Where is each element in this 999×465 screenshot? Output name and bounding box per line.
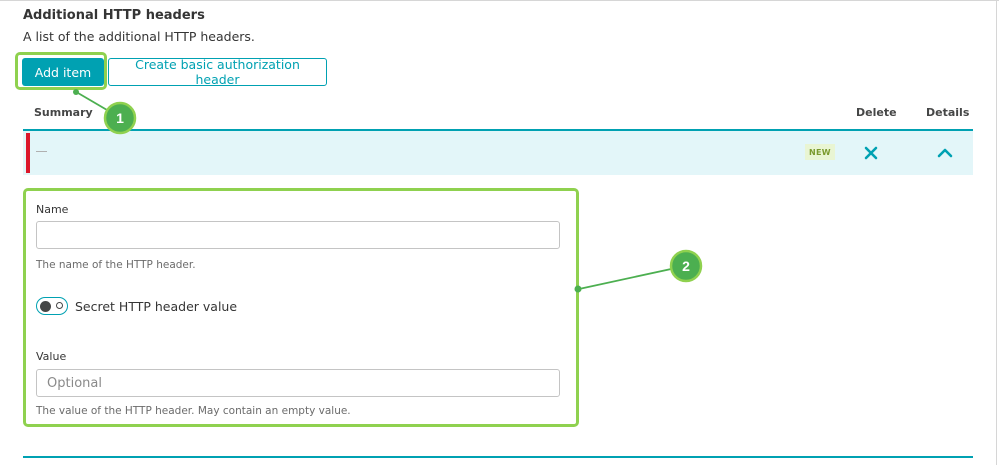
name-label: Name: [36, 203, 69, 216]
section-description: A list of the additional HTTP headers.: [23, 29, 255, 44]
column-header-details: Details: [926, 106, 970, 119]
name-field[interactable]: [36, 221, 560, 249]
value-hint: The value of the HTTP header. May contai…: [36, 405, 351, 417]
chevron-up-icon[interactable]: [935, 143, 955, 163]
toggle-knob: [40, 301, 51, 312]
table-row[interactable]: NEW: [23, 131, 973, 175]
annotation-2-marker: [669, 249, 703, 283]
delete-icon[interactable]: [861, 143, 881, 163]
name-hint: The name of the HTTP header.: [36, 259, 196, 271]
add-item-button[interactable]: Add item: [22, 58, 104, 86]
right-divider: [996, 0, 997, 465]
toggle-off-indicator: [56, 302, 63, 309]
bottom-divider: [23, 456, 973, 458]
section-title: Additional HTTP headers: [23, 8, 205, 23]
new-badge: NEW: [805, 144, 835, 160]
secret-value-toggle-label: Secret HTTP header value: [75, 299, 238, 314]
row-invalid-marker: [26, 133, 30, 173]
value-field[interactable]: [36, 369, 560, 397]
top-divider: [0, 0, 999, 1]
column-header-summary: Summary: [34, 106, 93, 119]
value-label: Value: [36, 350, 67, 363]
annotation-2-number: 2: [682, 258, 690, 274]
row-summary-placeholder: [36, 151, 47, 152]
create-basic-auth-button[interactable]: Create basic authorization header: [108, 57, 327, 87]
annotation-2-pointer: [578, 265, 686, 290]
column-header-delete: Delete: [856, 106, 897, 119]
annotation-1-number: 1: [116, 110, 124, 126]
secret-value-toggle[interactable]: [36, 297, 68, 315]
